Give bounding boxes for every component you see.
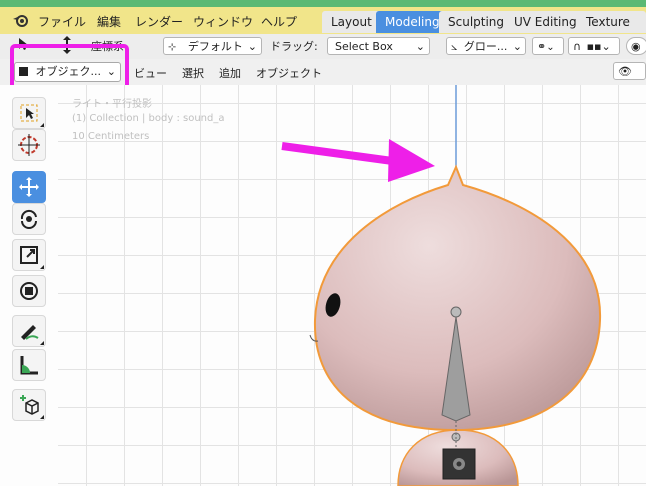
eye-icon: 👁 xyxy=(618,65,632,78)
link-icon: ⚭ xyxy=(537,40,547,53)
chevron-down-icon: ⌄ xyxy=(601,40,611,53)
annotate-icon xyxy=(21,325,39,340)
visibility-dropdown[interactable]: 👁⌄ xyxy=(613,62,646,96)
menu-view[interactable]: ビュー xyxy=(134,65,167,81)
bone-head-joint xyxy=(450,306,462,318)
3d-viewport[interactable] xyxy=(58,85,646,486)
chevron-down-icon: ⌄ xyxy=(512,40,522,53)
move-icon xyxy=(19,177,39,197)
tab-sculpting[interactable]: Sculpting xyxy=(439,11,514,33)
scale-tool[interactable] xyxy=(12,239,46,271)
add-cube-tool[interactable] xyxy=(12,389,46,421)
menu-select[interactable]: 選択 xyxy=(182,65,204,81)
move-tool[interactable] xyxy=(12,171,46,203)
blender-logo-icon[interactable] xyxy=(12,12,30,32)
cursor-icon xyxy=(18,134,40,156)
drag-dropdown[interactable]: Select Box ⌄ xyxy=(327,37,430,55)
rotate-tool[interactable] xyxy=(12,203,46,235)
chevron-down-icon: ⌄ xyxy=(546,42,555,53)
rotate-icon xyxy=(20,209,37,229)
drag-label: ドラッグ: xyxy=(270,40,318,53)
select-box-tool[interactable] xyxy=(12,97,46,129)
tab-layout[interactable]: Layout xyxy=(322,11,381,33)
add-cube-icon xyxy=(20,395,39,415)
orientation-icon: ⦣ xyxy=(451,40,458,53)
menu-window[interactable]: ウィンドウ xyxy=(193,13,253,30)
tab-modeling[interactable]: Modeling xyxy=(376,11,449,33)
collection-info-text: (1) Collection | body : sound_a xyxy=(72,113,225,124)
transform-tool[interactable] xyxy=(12,275,46,307)
proportional-edit-toggle[interactable]: ◉ xyxy=(626,37,646,55)
menu-file[interactable]: ファイル xyxy=(38,13,86,30)
menu-edit[interactable]: 編集 xyxy=(97,13,121,30)
tab-uv-editing[interactable]: UV Editing xyxy=(505,11,586,33)
scale-icon xyxy=(20,246,38,264)
tab-texture-paint[interactable]: Texture Pain xyxy=(577,11,646,51)
pivot-dropdown-label: デフォルト xyxy=(187,40,243,53)
snap-magnet-icon: ∩ xyxy=(573,40,582,53)
dot-icon: ◉ xyxy=(631,40,641,53)
pivot-dropdown[interactable]: ⊹ デフォルト ⌄ xyxy=(163,37,262,55)
menu-add[interactable]: 追加 xyxy=(219,65,241,81)
tool-shelf xyxy=(0,85,58,486)
measure-icon xyxy=(20,356,38,375)
transform-orientation-dropdown[interactable]: ⦣ グロー... ⌄ xyxy=(446,37,526,55)
scale-text: 10 Centimeters xyxy=(72,131,150,142)
pivot-point-dropdown[interactable]: ⚭⌄ xyxy=(532,37,564,55)
select-box-icon xyxy=(20,104,38,122)
transform-icon xyxy=(20,282,38,300)
pivot-icon: ⊹ xyxy=(168,42,177,53)
menu-help[interactable]: ヘルプ xyxy=(261,13,297,30)
view-name-text: ライト・平行投影 xyxy=(72,99,152,110)
annotate-tool[interactable] xyxy=(12,315,46,347)
drag-dropdown-label: Select Box xyxy=(335,40,393,53)
menu-object[interactable]: オブジェクト xyxy=(256,65,322,81)
transform-orientation-label: グロー... xyxy=(463,40,508,53)
scene-svg xyxy=(309,85,602,486)
snap-dropdown[interactable]: ∩ ▪▪⌄ xyxy=(568,37,620,55)
chevron-down-icon: ⌄ xyxy=(247,40,257,53)
menu-render[interactable]: レンダー xyxy=(135,13,183,30)
measure-tool[interactable] xyxy=(12,349,46,381)
cursor-tool[interactable] xyxy=(12,129,46,161)
chevron-down-icon: ⌄ xyxy=(415,40,425,53)
window-top-strip xyxy=(0,0,646,7)
snap-grid-icon: ▪▪ xyxy=(586,40,602,53)
